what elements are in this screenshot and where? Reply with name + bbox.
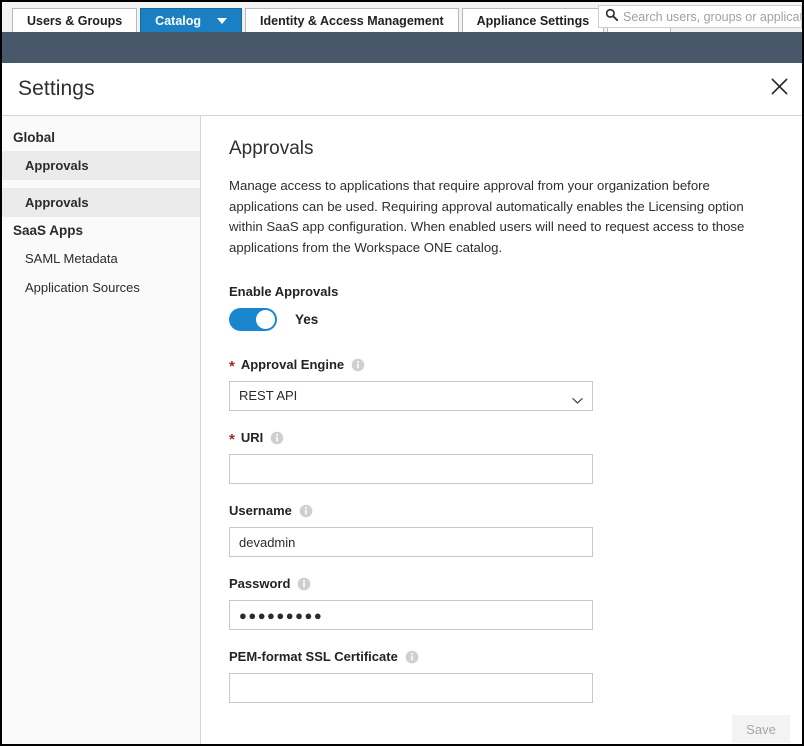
uri-label: * URI bbox=[229, 430, 802, 448]
username-label: Username bbox=[229, 503, 802, 518]
sidebar-item-approvals-global[interactable]: Approvals bbox=[2, 151, 200, 180]
username-label-text: Username bbox=[229, 503, 292, 518]
chevron-down-icon bbox=[217, 17, 228, 24]
approval-engine-select[interactable]: REST API bbox=[229, 381, 593, 411]
search-icon bbox=[605, 8, 619, 26]
sidebar-divider bbox=[2, 180, 200, 188]
password-label-text: Password bbox=[229, 576, 291, 591]
approval-engine-field: * Approval Engine REST API bbox=[229, 357, 802, 411]
sidebar-group-global: Global bbox=[13, 130, 56, 145]
sidebar-group-saas-apps: SaaS Apps bbox=[13, 223, 84, 238]
required-asterisk: * bbox=[229, 431, 235, 448]
uri-input[interactable] bbox=[229, 454, 593, 484]
close-icon bbox=[770, 77, 789, 101]
enable-approvals-row: Yes bbox=[229, 308, 802, 331]
sidebar-item-label: Approvals bbox=[25, 195, 89, 210]
info-icon[interactable] bbox=[405, 650, 419, 664]
pem-certificate-label-text: PEM-format SSL Certificate bbox=[229, 649, 398, 664]
sidebar-item-application-sources[interactable]: Application Sources bbox=[2, 273, 200, 302]
tab-appliance-settings[interactable]: Appliance Settings bbox=[461, 8, 605, 32]
pem-certificate-field: PEM-format SSL Certificate bbox=[229, 649, 802, 703]
username-field: Username bbox=[229, 503, 802, 557]
tab-label: Identity & Access Management bbox=[260, 13, 444, 28]
approval-engine-label-text: Approval Engine bbox=[240, 357, 345, 372]
content-description: Manage access to applications that requi… bbox=[229, 178, 745, 255]
uri-label-text: URI bbox=[240, 430, 264, 445]
close-button[interactable] bbox=[766, 76, 792, 102]
tab-identity-and-access-management[interactable]: Identity & Access Management bbox=[245, 8, 459, 32]
sidebar-item-saml-metadata[interactable]: SAML Metadata bbox=[2, 244, 200, 273]
settings-content: Approvals Manage access to applications … bbox=[201, 116, 802, 744]
settings-body: Global Approvals Approvals SaaS Apps SAM… bbox=[2, 116, 802, 744]
search-input[interactable] bbox=[623, 9, 801, 24]
enable-approvals-label: Enable Approvals bbox=[229, 284, 802, 299]
pem-certificate-input[interactable] bbox=[229, 673, 593, 703]
password-input[interactable] bbox=[229, 600, 593, 630]
uri-field: * URI bbox=[229, 430, 802, 484]
page-title: Settings bbox=[18, 77, 95, 100]
toggle-knob bbox=[256, 310, 275, 329]
tab-catalog[interactable]: Catalog bbox=[140, 8, 243, 32]
save-button[interactable]: Save bbox=[732, 715, 790, 743]
approval-engine-select-wrap: REST API bbox=[229, 381, 593, 411]
enable-approvals-label-text: Enable Approvals bbox=[229, 284, 339, 299]
tab-label: Users & Groups bbox=[27, 13, 123, 28]
username-input[interactable] bbox=[229, 527, 593, 557]
global-search[interactable] bbox=[598, 5, 802, 28]
required-asterisk: * bbox=[229, 358, 235, 375]
sidebar-item-label: SAML Metadata bbox=[25, 251, 118, 266]
main-tab-bar: Users & Groups Catalog Identity & Access… bbox=[2, 2, 802, 32]
settings-header: Settings bbox=[2, 63, 802, 116]
approval-engine-label: * Approval Engine bbox=[229, 357, 802, 375]
sidebar-item-label: Application Sources bbox=[25, 280, 140, 295]
pem-certificate-label: PEM-format SSL Certificate bbox=[229, 649, 802, 664]
content-title: Approvals bbox=[229, 138, 314, 159]
password-label: Password bbox=[229, 576, 802, 591]
toggle-state-label: Yes bbox=[295, 312, 319, 327]
tab-label: Appliance Settings bbox=[476, 13, 590, 28]
sidebar-item-label: Approvals bbox=[25, 158, 89, 173]
settings-sidebar: Global Approvals Approvals SaaS Apps SAM… bbox=[2, 116, 201, 744]
secondary-nav-bar bbox=[2, 32, 802, 63]
info-icon[interactable] bbox=[351, 358, 365, 372]
tab-users-and-groups[interactable]: Users & Groups bbox=[12, 8, 138, 32]
enable-approvals-toggle[interactable] bbox=[229, 308, 277, 331]
sidebar-item-approvals[interactable]: Approvals bbox=[2, 188, 200, 217]
info-icon[interactable] bbox=[270, 431, 284, 445]
password-field: Password bbox=[229, 576, 802, 630]
tab-label: Catalog bbox=[155, 13, 202, 28]
info-icon[interactable] bbox=[297, 577, 311, 591]
content-footer: Save bbox=[201, 707, 802, 744]
application-window: Users & Groups Catalog Identity & Access… bbox=[0, 0, 804, 746]
info-icon[interactable] bbox=[299, 504, 313, 518]
